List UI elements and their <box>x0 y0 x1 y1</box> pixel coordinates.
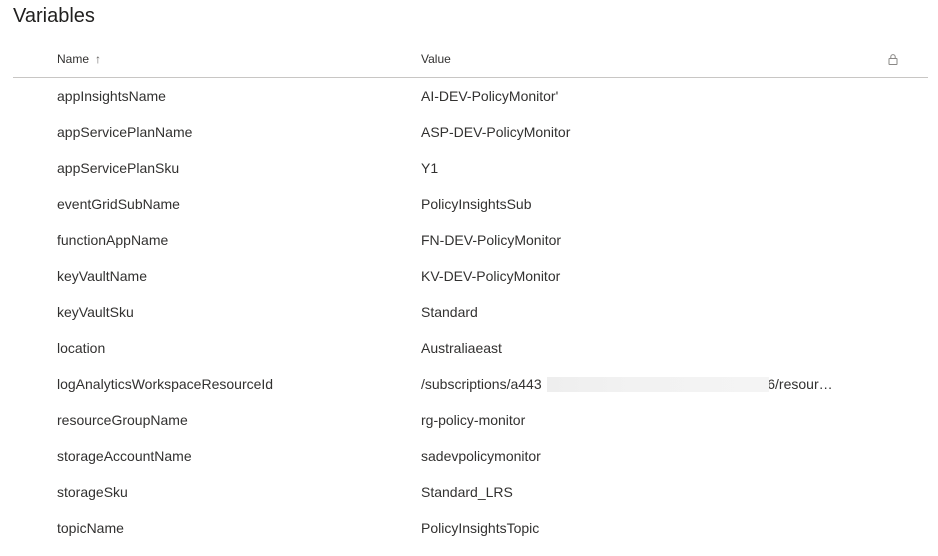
variable-value: Y1 <box>421 160 439 176</box>
table-row[interactable]: storageSku Standard_LRS <box>13 474 928 510</box>
arrow-up-icon: ↑ <box>95 52 102 66</box>
variable-name: functionAppName <box>57 232 169 248</box>
variable-name: location <box>57 340 106 356</box>
variables-table: Name ↑ Value appInsightsName AI-DEV-Polic… <box>13 41 928 546</box>
table-row[interactable]: appInsightsName AI-DEV-PolicyMonitor' <box>13 78 928 114</box>
lock-icon[interactable] <box>887 53 899 65</box>
variable-name: storageAccountName <box>57 448 192 464</box>
variable-value: Australiaeast <box>421 340 502 356</box>
column-header-name-label: Name <box>57 52 90 66</box>
table-row[interactable]: logAnalyticsWorkspaceResourceId /subscri… <box>13 366 928 402</box>
table-row[interactable]: appServicePlanSku Y1 <box>13 150 928 186</box>
column-header-name[interactable]: Name ↑ <box>57 41 101 77</box>
variable-value: sadevpolicymonitor <box>421 448 541 464</box>
variable-name: resourceGroupName <box>57 412 188 428</box>
variable-value: PolicyInsightsSub <box>421 196 532 212</box>
redaction-overlay <box>547 377 769 392</box>
table-header: Name ↑ Value <box>13 41 928 78</box>
variable-name: keyVaultSku <box>57 304 134 320</box>
variable-name: appServicePlanSku <box>57 160 180 176</box>
table-row[interactable]: keyVaultSku Standard <box>13 294 928 330</box>
page-title: Variables <box>13 5 95 27</box>
table-row[interactable]: topicName PolicyInsightsTopic <box>13 510 928 546</box>
variable-name: appInsightsName <box>57 88 166 104</box>
variable-name: topicName <box>57 520 124 536</box>
table-body: appInsightsName AI-DEV-PolicyMonitor' ap… <box>13 78 928 546</box>
variable-name: logAnalyticsWorkspaceResourceId <box>57 376 274 392</box>
table-row[interactable]: functionAppName FN-DEV-PolicyMonitor <box>13 222 928 258</box>
variable-value: KV-DEV-PolicyMonitor <box>421 268 561 284</box>
variable-name: appServicePlanName <box>57 124 193 140</box>
table-row[interactable]: keyVaultName KV-DEV-PolicyMonitor <box>13 258 928 294</box>
table-row[interactable]: location Australiaeast <box>13 330 928 366</box>
variable-value: FN-DEV-PolicyMonitor <box>421 232 562 248</box>
table-row[interactable]: resourceGroupName rg-policy-monitor <box>13 402 928 438</box>
variable-value: Standard_LRS <box>421 484 513 500</box>
table-row[interactable]: storageAccountName sadevpolicymonitor <box>13 438 928 474</box>
variable-name: eventGridSubName <box>57 196 180 212</box>
table-row[interactable]: appServicePlanName ASP-DEV-PolicyMonitor <box>13 114 928 150</box>
variable-value: PolicyInsightsTopic <box>421 520 540 536</box>
variable-value: Standard <box>421 304 478 320</box>
column-header-value[interactable]: Value <box>421 41 451 77</box>
variable-value: AI-DEV-PolicyMonitor' <box>421 88 559 104</box>
table-row[interactable]: eventGridSubName PolicyInsightsSub <box>13 186 928 222</box>
variable-value: ASP-DEV-PolicyMonitor <box>421 124 571 140</box>
variable-value: rg-policy-monitor <box>421 412 526 428</box>
variable-name: keyVaultName <box>57 268 148 284</box>
variable-name: storageSku <box>57 484 128 500</box>
